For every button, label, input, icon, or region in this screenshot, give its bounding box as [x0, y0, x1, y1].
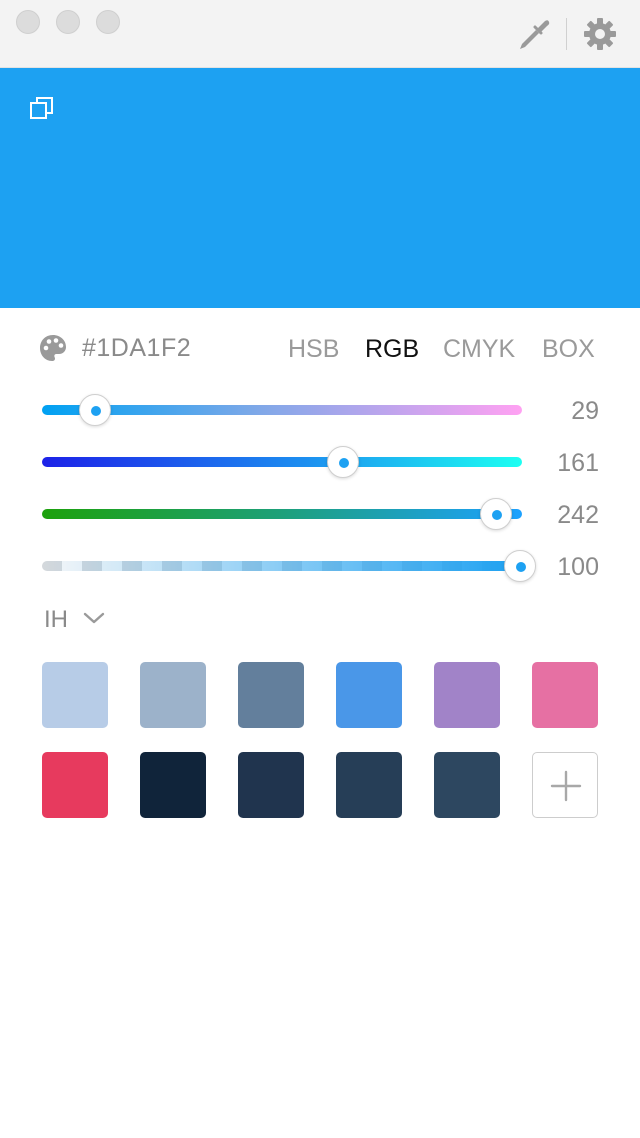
color-swatch[interactable] — [238, 662, 304, 728]
alpha-slider-thumb[interactable] — [504, 550, 536, 582]
red-value[interactable]: 29 — [571, 397, 599, 426]
mode-tab-cmyk[interactable]: CMYK — [443, 335, 515, 364]
blue-slider-row: 242 — [0, 494, 640, 534]
palette-icon — [40, 335, 66, 361]
color-swatch[interactable] — [336, 662, 402, 728]
alpha-value[interactable]: 100 — [557, 553, 599, 582]
blue-value[interactable]: 242 — [557, 501, 599, 530]
color-swatch[interactable] — [42, 752, 108, 818]
mode-tab-rgb[interactable]: RGB — [365, 335, 419, 364]
blue-slider-track[interactable] — [42, 509, 522, 519]
red-slider-row: 29 — [0, 390, 640, 430]
alpha-slider-track[interactable] — [42, 561, 522, 571]
green-slider-thumb[interactable] — [327, 446, 360, 478]
minimize-window-button[interactable] — [56, 10, 80, 34]
green-slider-row: 161 — [0, 442, 640, 482]
color-preview — [0, 68, 640, 308]
color-swatch[interactable] — [238, 752, 304, 818]
mode-tab-hsb[interactable]: HSB — [288, 335, 339, 364]
eyedropper-icon[interactable] — [514, 16, 552, 54]
color-swatch[interactable] — [336, 752, 402, 818]
green-slider-track[interactable] — [42, 457, 522, 467]
palette-set-name: IH — [44, 606, 68, 633]
close-window-button[interactable] — [16, 10, 40, 34]
add-swatch-button[interactable] — [532, 752, 598, 818]
hex-value[interactable]: #1DA1F2 — [82, 334, 191, 363]
title-bar — [0, 0, 640, 68]
color-swatch[interactable] — [532, 662, 598, 728]
color-swatch[interactable] — [42, 662, 108, 728]
color-swatch[interactable] — [140, 752, 206, 818]
blue-slider-thumb[interactable] — [479, 498, 512, 530]
color-swatch[interactable] — [140, 662, 206, 728]
color-info-row: #1DA1F2 HSB RGB CMYK BOX — [0, 326, 640, 370]
mode-tab-box[interactable]: BOX — [542, 335, 595, 364]
red-slider-thumb[interactable] — [78, 394, 111, 426]
red-slider-track[interactable] — [42, 405, 522, 415]
color-swatch[interactable] — [434, 662, 500, 728]
color-swatch[interactable] — [434, 752, 500, 818]
plus-icon — [550, 770, 582, 802]
gear-icon[interactable] — [582, 16, 618, 52]
palette-set-selector[interactable]: IH — [44, 604, 164, 636]
chevron-down-icon — [83, 612, 105, 624]
zoom-window-button[interactable] — [96, 10, 120, 34]
green-value[interactable]: 161 — [557, 449, 599, 478]
copy-icon[interactable] — [28, 94, 56, 122]
toolbar-divider — [566, 18, 567, 50]
alpha-slider-row: 100 — [0, 546, 640, 586]
